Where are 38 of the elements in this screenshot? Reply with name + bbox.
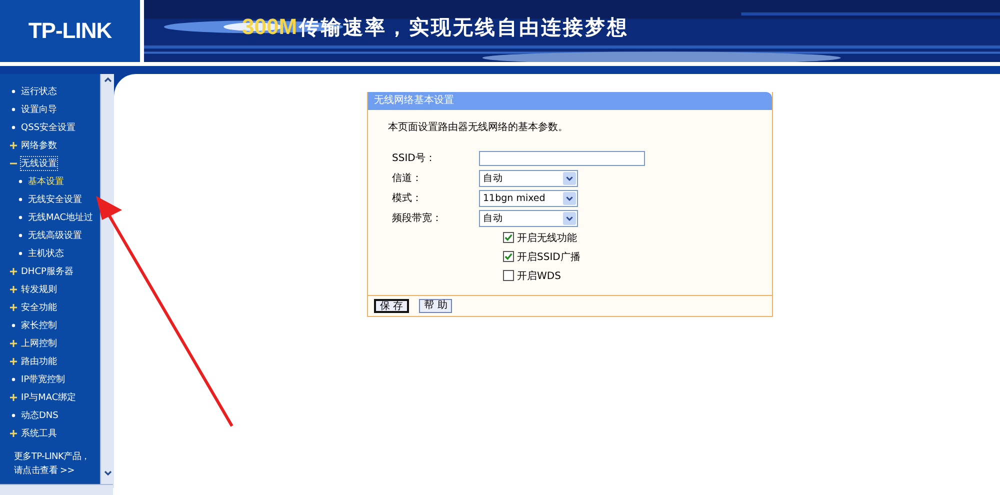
more-products-text: 更多TP-LINK产品，	[14, 450, 91, 464]
menu-item[interactable]: 上网控制	[21, 336, 57, 350]
submenu-item[interactable]: 无线安全设置	[28, 192, 82, 206]
menu-item[interactable]: 设置向导	[21, 102, 57, 116]
field-label: SSID号：	[391, 152, 436, 165]
logo: TP-LINK	[28, 18, 112, 44]
submenu-item[interactable]: 无线高级设置	[28, 228, 82, 242]
menu-item[interactable]: 安全功能	[21, 300, 57, 314]
field-label: 信道：	[391, 172, 423, 185]
submenu-item[interactable]: 主机状态	[28, 246, 64, 260]
panel-title: 无线网络基本设置	[368, 92, 772, 110]
form-button[interactable]: 帮 助	[419, 299, 452, 313]
menu-item[interactable]: QSS安全设置	[21, 120, 76, 134]
menu-item[interactable]: 运行状态	[21, 84, 57, 98]
form-button[interactable]: 保 存	[374, 299, 410, 313]
dropdown[interactable]: 自动	[479, 170, 578, 186]
dropdown[interactable]: 11bgn mixed	[479, 190, 578, 206]
menu-item[interactable]: 动态DNS	[21, 408, 58, 422]
menu-item[interactable]: IP带宽控制	[21, 372, 66, 386]
menu-item[interactable]: 转发规则	[21, 282, 57, 296]
field-label: 频段带宽：	[391, 212, 443, 225]
menu-item[interactable]: 路由功能	[21, 354, 57, 368]
menu-item[interactable]: DHCP服务器	[21, 264, 74, 278]
field-label: 模式：	[391, 192, 423, 205]
submenu-item[interactable]: 基本设置	[28, 174, 64, 188]
submenu-item[interactable]: 无线MAC地址过	[28, 210, 94, 224]
checkbox-label: 开启SSID广播	[517, 250, 580, 264]
menu-item[interactable]: 家长控制	[21, 318, 57, 332]
checkbox-label: 开启WDS	[517, 270, 561, 282]
menu-item[interactable]: 无线设置	[21, 156, 57, 170]
description: 本页面设置路由器无线网络的基本参数。	[388, 120, 569, 134]
checkbox-label: 开启无线功能	[517, 232, 577, 244]
dropdown[interactable]: 自动	[479, 210, 578, 226]
menu-item[interactable]: 网络参数	[21, 138, 57, 152]
menu-item[interactable]: IP与MAC绑定	[21, 390, 76, 404]
more-products-link[interactable]: 请点击查看 >>	[14, 464, 100, 478]
menu-item[interactable]: 系统工具	[21, 426, 57, 440]
slogan-highlight: 300M	[242, 14, 298, 40]
